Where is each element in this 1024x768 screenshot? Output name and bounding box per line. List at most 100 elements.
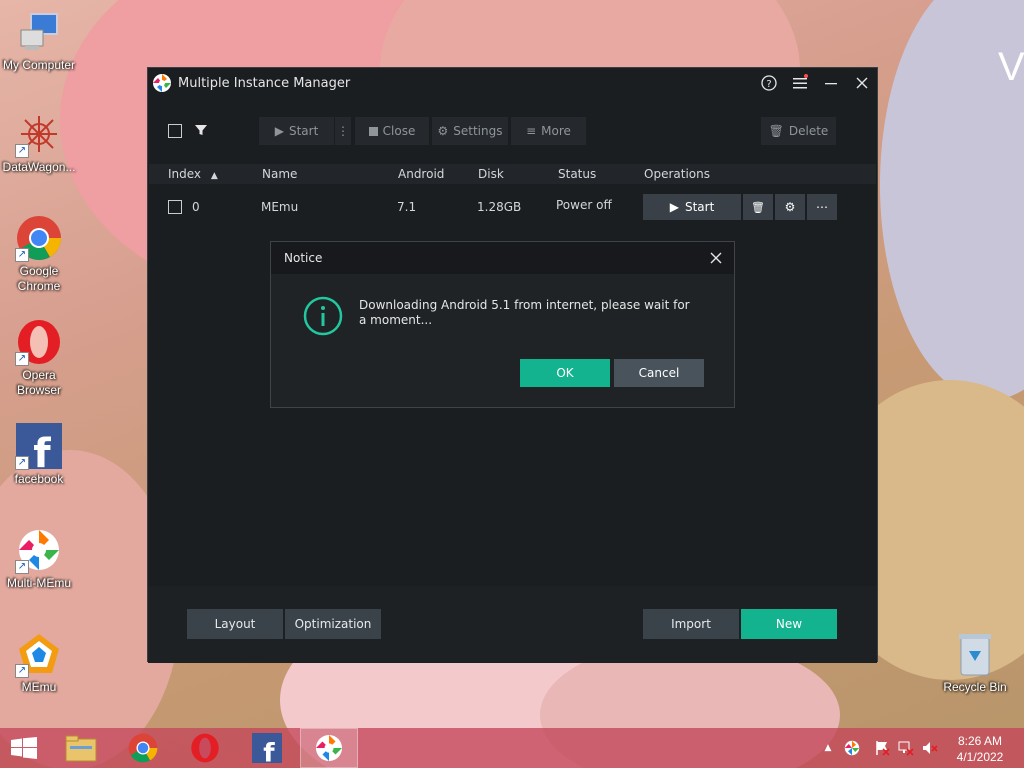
desktop-icon-datawagon[interactable]: ↗ DataWagon... — [0, 110, 78, 175]
row-more-button[interactable]: ⋯ — [807, 194, 837, 220]
row-start-button[interactable]: ▶ Start — [643, 194, 741, 220]
desktop-icon-label: My Computer — [2, 58, 76, 72]
taskbar: f ▲ 8:26 AM 4/1/2022 — [0, 728, 1024, 768]
list-icon: ≡ — [526, 124, 537, 138]
column-index[interactable]: Index ▲ — [168, 167, 218, 181]
row-status: Power off — [556, 198, 612, 212]
desktop-icon-recycle-bin[interactable]: Recycle Bin — [936, 630, 1014, 695]
filter-icon[interactable] — [194, 123, 208, 139]
window-title: Multiple Instance Manager — [178, 75, 351, 91]
svg-text:f: f — [263, 739, 275, 763]
optimization-button[interactable]: Optimization — [285, 609, 381, 639]
toolbar-start-button[interactable]: ▶ Start — [259, 117, 334, 145]
table-row[interactable]: 0 MEmu 7.1 1.28GB Power off ▶ Start 🗑 ⚙ … — [148, 192, 877, 222]
volume-muted-icon[interactable] — [920, 728, 940, 768]
chevron-up-icon: ▲ — [824, 743, 832, 753]
clock-time: 8:26 AM — [957, 734, 1003, 748]
menu-icon[interactable] — [784, 68, 815, 98]
chrome-icon: ↗ — [15, 214, 63, 262]
notice-dialog: Notice Downloading Android 5.1 from inte… — [270, 241, 735, 408]
tray-memu-icon[interactable] — [842, 728, 862, 768]
window-titlebar[interactable]: Multiple Instance Manager ? — [148, 68, 877, 98]
computer-icon — [15, 8, 63, 56]
dialog-header: Notice — [271, 242, 734, 274]
toolbar-delete-button[interactable]: 🗑 Delete — [761, 117, 836, 145]
column-android: Android — [398, 167, 445, 181]
toolbar-more-button[interactable]: ≡ More — [511, 117, 586, 145]
dialog-ok-button[interactable]: OK — [520, 359, 610, 387]
row-index: 0 — [192, 200, 200, 214]
desktop-icon-label: Recycle Bin — [943, 680, 1007, 694]
row-disk: 1.28GB — [477, 200, 522, 214]
desktop-icon-label: facebook — [14, 472, 64, 486]
column-operations: Operations — [644, 167, 710, 181]
start-options-button[interactable]: ⋮ — [335, 117, 351, 145]
dialog-cancel-button[interactable]: Cancel — [614, 359, 704, 387]
desktop-icon-multi-memu[interactable]: ↗ Multi-MEmu — [0, 526, 78, 591]
multi-memu-icon — [315, 734, 343, 762]
opera-icon — [191, 733, 219, 763]
desktop-icon-label: Multi-MEmu — [6, 576, 71, 590]
taskbar-chrome[interactable] — [114, 728, 172, 768]
svg-text:f: f — [33, 431, 51, 469]
play-icon: ▶ — [669, 200, 679, 214]
taskbar-file-explorer[interactable] — [52, 728, 110, 768]
gear-icon: ⚙ — [437, 124, 449, 138]
trash-icon: 🗑 — [751, 200, 765, 214]
ellipsis-icon: ⋯ — [816, 200, 828, 214]
app-logo-icon — [153, 74, 171, 92]
memu-icon: ↗ — [15, 630, 63, 678]
action-center-flag-icon[interactable] — [872, 728, 892, 768]
select-all-checkbox[interactable] — [168, 124, 182, 138]
close-window-icon[interactable] — [846, 68, 877, 98]
svg-text:?: ? — [766, 79, 771, 90]
row-delete-button[interactable]: 🗑 — [743, 194, 773, 220]
desktop-icon-label: Opera Browser — [16, 368, 61, 397]
desktop-icon-my-computer[interactable]: My Computer — [0, 8, 78, 73]
show-hidden-icons-button[interactable]: ▲ — [820, 728, 836, 768]
desktop-icon-label: Google Chrome — [17, 264, 61, 293]
stop-square-icon — [368, 126, 378, 136]
row-checkbox[interactable] — [168, 200, 182, 214]
desktop-icon-label: MEmu — [21, 680, 57, 694]
import-button[interactable]: Import — [643, 609, 739, 639]
window-footer: Layout Optimization Import New — [148, 586, 877, 663]
dialog-message: Downloading Android 5.1 from internet, p… — [359, 298, 690, 327]
network-icon[interactable] — [896, 728, 916, 768]
clock-date: 4/1/2022 — [956, 750, 1004, 764]
desktop-icon-facebook[interactable]: f ↗ facebook — [0, 422, 78, 487]
dialog-close-icon[interactable] — [706, 248, 726, 268]
column-disk: Disk — [478, 167, 504, 181]
help-icon[interactable]: ? — [753, 68, 784, 98]
new-instance-button[interactable]: New — [741, 609, 837, 639]
dialog-title: Notice — [284, 251, 323, 265]
toolbar-close-button[interactable]: Close — [355, 117, 429, 145]
gear-icon: ⚙ — [784, 200, 796, 214]
row-android: 7.1 — [397, 200, 417, 214]
system-clock[interactable]: 8:26 AM 4/1/2022 — [944, 733, 1016, 765]
row-settings-button[interactable]: ⚙ — [775, 194, 805, 220]
taskbar-opera[interactable] — [176, 728, 234, 768]
taskbar-facebook[interactable]: f — [238, 728, 296, 768]
trash-icon: 🗑 — [768, 124, 784, 138]
notification-dot-icon — [804, 74, 808, 78]
recycle-bin-icon — [951, 630, 999, 678]
desktop-icon-opera[interactable]: ↗ Opera Browser — [0, 318, 78, 398]
vertical-ellipsis-icon: ⋮ — [337, 124, 349, 138]
toolbar: ▶ Start ⋮ Close ⚙ Settings ≡ More 🗑 Dele… — [148, 112, 877, 150]
toolbar-settings-button[interactable]: ⚙ Settings — [432, 117, 508, 145]
start-button[interactable] — [0, 728, 48, 768]
info-icon — [303, 296, 343, 336]
opera-icon: ↗ — [15, 318, 63, 366]
windows-logo-icon — [11, 737, 37, 759]
layout-button[interactable]: Layout — [187, 609, 283, 639]
multi-memu-icon: ↗ — [15, 526, 63, 574]
instance-table-header: Index ▲ Name Android Disk Status Operati… — [149, 164, 876, 184]
minimize-icon[interactable] — [815, 68, 846, 98]
play-icon: ▶ — [274, 124, 284, 138]
row-name: MEmu — [261, 200, 299, 214]
taskbar-multi-memu[interactable] — [300, 728, 358, 768]
column-status: Status — [558, 167, 597, 181]
desktop-icon-chrome[interactable]: ↗ Google Chrome — [0, 214, 78, 294]
desktop-icon-memu[interactable]: ↗ MEmu — [0, 630, 78, 695]
